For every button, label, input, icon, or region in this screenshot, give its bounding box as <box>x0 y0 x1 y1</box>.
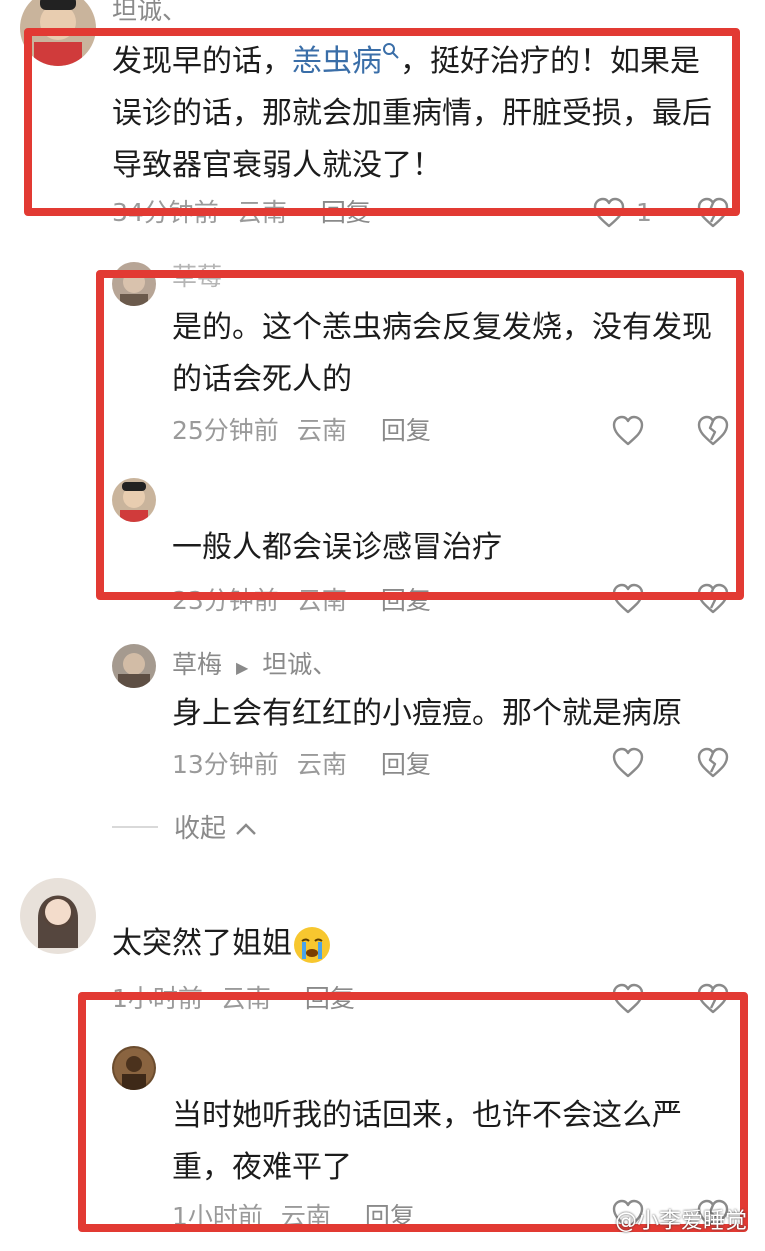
location: 云南 <box>296 750 347 779</box>
divider <box>112 826 158 828</box>
username[interactable]: 草梅 <box>172 650 222 679</box>
broken-heart-icon[interactable] <box>696 746 730 780</box>
comment-text: 太突然了姐姐 <box>112 918 712 970</box>
avatar[interactable] <box>20 878 96 954</box>
comment-meta: 13分钟前 云南 回复 <box>172 750 449 780</box>
collapse-label: 收起 <box>174 814 227 844</box>
collapse-button[interactable]: 收起 <box>174 808 258 845</box>
timestamp: 13分钟前 <box>172 750 279 779</box>
comment-text: 身上会有红红的小痘痘。那个就是病原 <box>172 696 682 731</box>
reply-button[interactable]: 回复 <box>381 750 431 779</box>
reply-arrow-icon: ▶ <box>235 658 249 677</box>
reply-header: 草梅 ▶ 坦诚、 <box>172 650 337 683</box>
crying-emoji-icon <box>294 926 330 963</box>
comment-text-body: 太突然了姐姐 <box>112 926 292 961</box>
heart-icon[interactable] <box>611 746 645 780</box>
username[interactable]: 坦诚、 <box>112 0 187 26</box>
chevron-up-icon <box>236 823 257 835</box>
avatar[interactable] <box>112 644 156 688</box>
reply-to-username[interactable]: 坦诚、 <box>262 650 337 679</box>
watermark: @小李爱睡觉 <box>614 1209 747 1234</box>
highlight-box <box>24 28 740 216</box>
highlight-box <box>78 992 748 1232</box>
highlight-box <box>96 270 744 600</box>
